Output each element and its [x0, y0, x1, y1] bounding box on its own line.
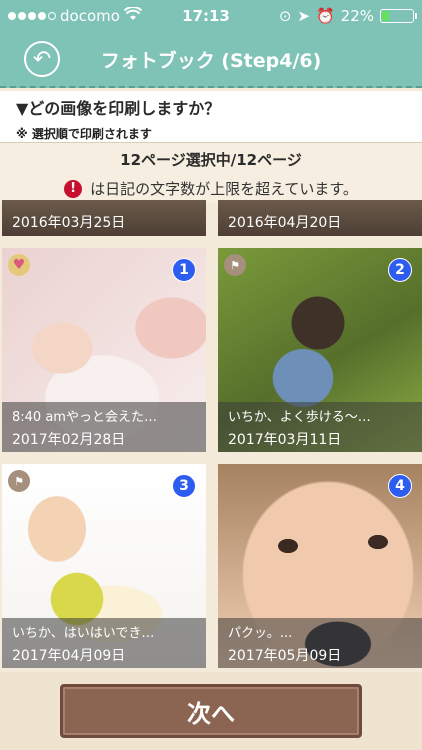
- photo-date: 2017年02月28日: [12, 432, 126, 448]
- warning-icon: !: [64, 179, 83, 198]
- wifi-icon: [123, 6, 143, 25]
- photo-caption: 8:40 amやっと会えた…: [12, 410, 157, 425]
- next-button[interactable]: 次へ: [60, 684, 362, 738]
- caption-overlay: パクッ。... 2017年05月09日: [218, 618, 422, 668]
- photo-date: 2017年05月09日: [228, 648, 342, 664]
- photo-tile-1[interactable]: ♥ 1 8:40 amやっと会えた… 2017年02月28日: [2, 248, 206, 452]
- page-title: フォトブック (Step4/6): [100, 49, 322, 72]
- photo-caption: いちか、よく歩ける〜…: [228, 410, 371, 425]
- back-button[interactable]: ↶: [24, 41, 60, 77]
- question-note: ※ 選択順で印刷されます: [16, 127, 152, 141]
- selection-info: 12ページ選択中/12ページ ! は日記の文字数が上限を超えています。: [0, 143, 422, 203]
- photo-grid[interactable]: 2016年03月25日 2016年04月20日 ♥ 1 8:40 amやっと会え…: [0, 200, 422, 680]
- selection-order-badge: 2: [388, 258, 412, 282]
- back-arrow-icon: ↶: [32, 46, 52, 72]
- selection-count: 12ページ選択中/12ページ: [120, 151, 302, 169]
- selection-order-badge: 3: [172, 474, 196, 498]
- caption-overlay: 8:40 amやっと会えた… 2017年02月28日: [2, 402, 206, 452]
- photo-date: 2017年03月11日: [228, 432, 342, 448]
- photo-tile-2[interactable]: ⚑ 2 いちか、よく歩ける〜… 2017年03月11日: [218, 248, 422, 452]
- question-text: ▼どの画像を印刷しますか？: [16, 99, 221, 118]
- photo-tile-3[interactable]: ⚑ 3 いちか、はいはいでき… 2017年04月09日: [2, 464, 206, 668]
- battery-percent: 22%: [340, 7, 374, 25]
- clock: 17:13: [182, 7, 230, 25]
- battery-icon: [380, 9, 417, 23]
- nav-header: ↶ フォトブック (Step4/6): [0, 32, 422, 88]
- status-bar: docomo 17:13 ⊙ ➤ ⏰ 22%: [0, 0, 422, 32]
- rotation-lock-icon: ⊙: [278, 7, 292, 25]
- flag-icon: ⚑: [8, 470, 30, 492]
- photo-caption: パクッ。...: [228, 626, 293, 641]
- selection-order-badge: 4: [388, 474, 412, 498]
- signal-icon: [8, 12, 56, 20]
- photo-date: 2016年04月20日: [228, 215, 342, 231]
- status-right: ⊙ ➤ ⏰ 22%: [254, 7, 417, 25]
- alarm-icon: ⏰: [315, 7, 335, 25]
- flag-icon: ⚑: [224, 254, 246, 276]
- caption-overlay: いちか、よく歩ける〜… 2017年03月11日: [218, 402, 422, 452]
- caption-overlay: いちか、はいはいでき… 2017年04月09日: [2, 618, 206, 668]
- bottom-bar: 次へ: [0, 672, 422, 750]
- photo-date: 2017年04月09日: [12, 648, 126, 664]
- question-panel: ▼どの画像を印刷しますか？ ※ 選択順で印刷されます: [0, 91, 422, 143]
- heart-icon: ♥: [8, 254, 30, 276]
- carrier-name: docomo: [60, 7, 120, 25]
- selection-order-badge: 1: [172, 258, 196, 282]
- photo-tile-4[interactable]: 4 パクッ。... 2017年05月09日: [218, 464, 422, 668]
- warning-text: は日記の文字数が上限を超えています。: [90, 180, 358, 198]
- photo-tile-previous-left[interactable]: 2016年03月25日: [2, 200, 206, 236]
- photo-caption: いちか、はいはいでき…: [12, 626, 155, 641]
- photo-tile-previous-right[interactable]: 2016年04月20日: [218, 200, 422, 236]
- photo-date: 2016年03月25日: [12, 215, 126, 231]
- location-icon: ➤: [297, 7, 310, 25]
- status-left: docomo: [8, 6, 158, 25]
- warning-message: ! は日記の文字数が上限を超えています。: [0, 178, 422, 199]
